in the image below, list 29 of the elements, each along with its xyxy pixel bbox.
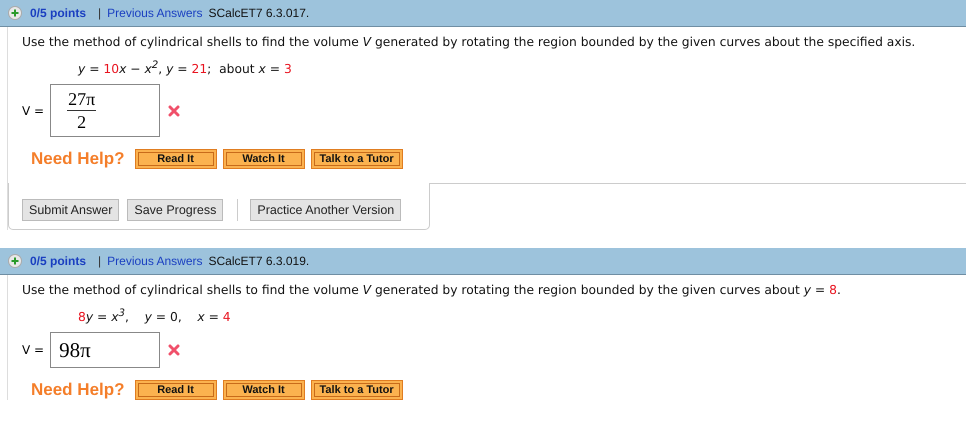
previous-answers-link[interactable]: Previous Answers: [107, 6, 203, 20]
help-button[interactable]: Watch It: [222, 149, 305, 170]
points-link[interactable]: 0/5 points: [30, 254, 86, 268]
need-help-label: Need Help?: [31, 149, 125, 170]
equation: 8y = x$^{3}$, y = 0, x = 4: [78, 307, 232, 324]
answer-label: V =: [22, 104, 44, 118]
action-button[interactable]: Save Progress: [127, 199, 224, 222]
practice-button[interactable]: Practice Another Version: [250, 199, 402, 222]
answer-field[interactable]: 98π: [50, 332, 160, 368]
help-button[interactable]: Read It: [134, 149, 217, 170]
question-text: Use the method of cylindrical shells to find the volume V generated by rotating the region bounded by the given curves about the specified axis.: [22, 34, 916, 51]
question-text: Use the method of cylindrical shells to find the volume V generated by rotating the region bounded by the given curves about y = 8.: [22, 282, 842, 300]
previous-answers-link[interactable]: Previous Answers: [107, 254, 203, 268]
answer-label: V =: [22, 343, 44, 358]
need-help-label: Need Help?: [31, 380, 125, 400]
expand-plus-icon[interactable]: [8, 6, 22, 20]
equation: y = 10x − x$^{2}$, y = 21; about x = 3: [78, 59, 293, 76]
answer-field[interactable]: 27π 2: [50, 84, 160, 138]
separator: |: [98, 254, 102, 268]
points-link[interactable]: 0/5 points: [30, 6, 86, 20]
help-button[interactable]: Talk to a Tutor: [310, 380, 403, 400]
separator: |: [98, 6, 102, 20]
action-button[interactable]: Submit Answer: [22, 199, 120, 222]
help-button[interactable]: Watch It: [222, 380, 305, 400]
problem-code: SCalcET7 6.3.019.: [208, 254, 310, 268]
help-button[interactable]: Read It: [134, 380, 217, 400]
expand-plus-icon[interactable]: [8, 254, 22, 268]
help-button[interactable]: Talk to a Tutor: [310, 149, 403, 170]
problem-code: SCalcET7 6.3.017.: [208, 6, 310, 20]
